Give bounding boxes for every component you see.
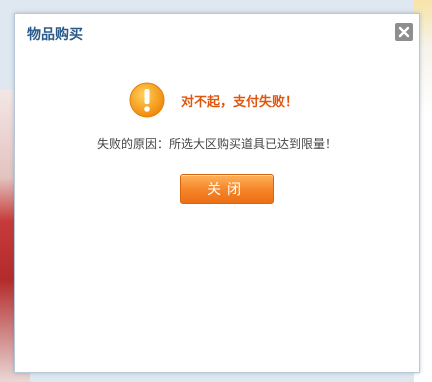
failure-reason: 失败的原因：所选大区购买道具已达到限量！	[96, 137, 337, 151]
purchase-dialog: 物品购买 对不起，支付失败！ 失败的原因：所选大区购买道具已达到限量！ 关闭	[14, 13, 420, 373]
warning-icon	[129, 82, 165, 118]
status-message: 对不起，支付失败！	[181, 94, 299, 110]
dialog-title: 物品购买	[27, 27, 83, 43]
dialog-header: 物品购买	[15, 14, 419, 50]
status-row: 对不起，支付失败！	[129, 81, 298, 119]
close-button[interactable]: 关闭	[180, 174, 274, 204]
close-icon[interactable]	[395, 23, 413, 41]
